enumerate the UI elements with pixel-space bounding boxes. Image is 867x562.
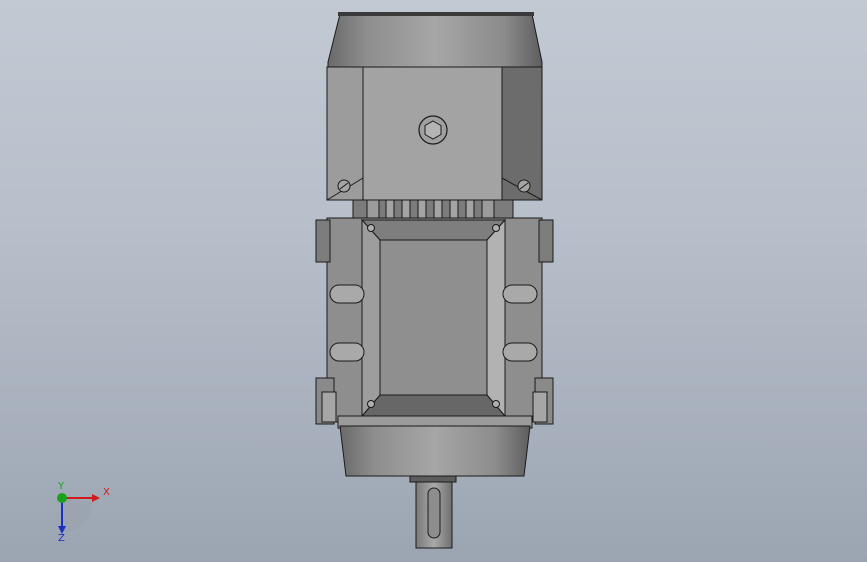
hex-plug xyxy=(418,115,448,145)
x-axis-arrow xyxy=(92,494,100,502)
x-axis-label: X xyxy=(103,487,110,498)
z-axis-label: Z xyxy=(58,533,65,544)
gearbox-housing xyxy=(315,217,554,429)
axis-triad: X Y Z xyxy=(44,480,124,550)
screw-left xyxy=(337,179,351,193)
output-flange xyxy=(339,425,531,483)
output-shaft xyxy=(415,481,453,549)
axis-triad-graphic xyxy=(57,493,100,534)
gear-motor-model[interactable] xyxy=(0,0,867,562)
cooling-fins xyxy=(352,199,514,221)
3d-viewport[interactable]: X Y Z xyxy=(0,0,867,562)
screw-right xyxy=(517,179,531,193)
y-axis-dot xyxy=(57,493,67,503)
motor-fan-cover xyxy=(327,12,543,69)
y-axis-label: Y xyxy=(58,481,65,492)
